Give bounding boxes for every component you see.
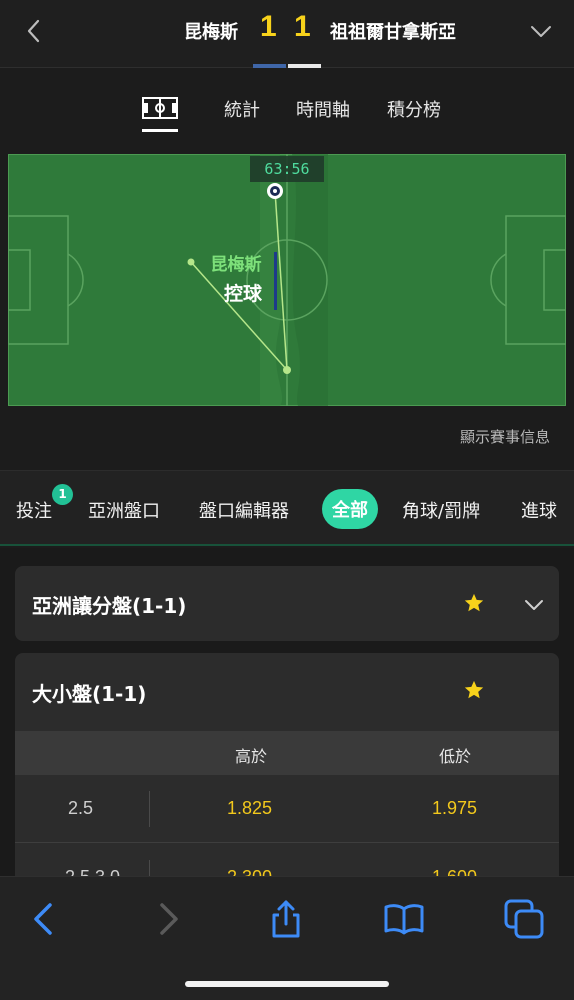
under-odds[interactable]: 1.975 (432, 798, 477, 819)
match-clock: 63:56 (264, 160, 309, 178)
over-under-title: 大小盤(1-1) (32, 682, 147, 706)
tab-bets[interactable]: 投注 (16, 497, 52, 523)
column-under: 低於 (439, 747, 472, 766)
match-header: 昆梅斯 1 1 祖祖爾甘拿斯亞 (0, 0, 574, 68)
bet-count-badge: 1 (52, 484, 73, 505)
tab-line-editor[interactable]: 盤口編輯器 (199, 497, 289, 523)
market-tabs: 投注 1 亞洲盤口 盤口編輯器 全部 角球/罰牌 進球 (0, 470, 574, 546)
over-odds[interactable]: 1.825 (227, 798, 272, 819)
tab-timeline[interactable]: 時間軸 (296, 96, 350, 122)
asian-handicap-title: 亞洲讓分盤(1-1) (32, 594, 187, 618)
odds-row: 2.5 1.825 1.975 (15, 775, 559, 843)
away-team-name: 祖祖爾甘拿斯亞 (330, 22, 456, 43)
markets-list: 亞洲讓分盤(1-1) 大小盤(1-1) 高於 低於 2.5 1.825 1.97… (0, 548, 574, 878)
bookmarks-icon[interactable] (384, 899, 424, 939)
over-under-card: 大小盤(1-1) 高於 低於 2.5 1.825 1.975 2.5,3.0 2… (15, 653, 559, 878)
show-match-info-link[interactable]: 顯示賽事信息 (460, 426, 550, 447)
tab-corners-cards[interactable]: 角球/罰牌 (402, 497, 480, 523)
back-arrow-icon[interactable] (24, 899, 64, 939)
tab-pitch[interactable] (142, 96, 178, 132)
pitch-icon (142, 97, 178, 119)
row-divider (149, 791, 150, 827)
tab-pitch-underline (142, 129, 178, 132)
home-team-name: 昆梅斯 (184, 22, 238, 43)
handicap-line: 2.5 (68, 798, 94, 818)
tab-standings[interactable]: 積分榜 (387, 96, 441, 122)
tab-all[interactable]: 全部 (322, 489, 378, 529)
odds-column-header: 高於 低於 (15, 731, 559, 775)
expand-chevron-icon[interactable] (523, 594, 545, 616)
forward-arrow-icon[interactable] (148, 899, 188, 939)
column-over: 高於 (235, 747, 268, 766)
tab-goals[interactable]: 進球 (521, 497, 557, 523)
tab-asian-lines[interactable]: 亞洲盤口 (88, 497, 160, 523)
favorite-star-icon[interactable] (463, 592, 485, 614)
home-score: 1 (260, 10, 277, 43)
field-event-label: 控球 (224, 282, 263, 305)
back-chevron-icon[interactable] (22, 18, 46, 44)
favorite-star-icon[interactable] (463, 679, 485, 701)
away-score: 1 (294, 10, 311, 43)
share-icon[interactable] (266, 899, 306, 939)
browser-toolbar (0, 876, 574, 1000)
tab-stats[interactable]: 統計 (224, 96, 260, 122)
tabs-icon[interactable] (504, 899, 544, 939)
match-subtabs: 統計 時間軸 積分榜 (0, 68, 574, 140)
home-indicator[interactable] (185, 981, 389, 987)
field-team-label: 昆梅斯 (211, 254, 262, 275)
odds-row: 2.5,3.0 2.300 1.600 (15, 844, 559, 878)
live-pitch: 63:56 昆梅斯 控球 (8, 154, 566, 406)
asian-handicap-card[interactable]: 亞洲讓分盤(1-1) (15, 566, 559, 641)
live-field-area: 63:56 昆梅斯 控球 顯示賽事信息 (0, 140, 574, 470)
match-switch-chevron-icon[interactable] (530, 20, 552, 42)
